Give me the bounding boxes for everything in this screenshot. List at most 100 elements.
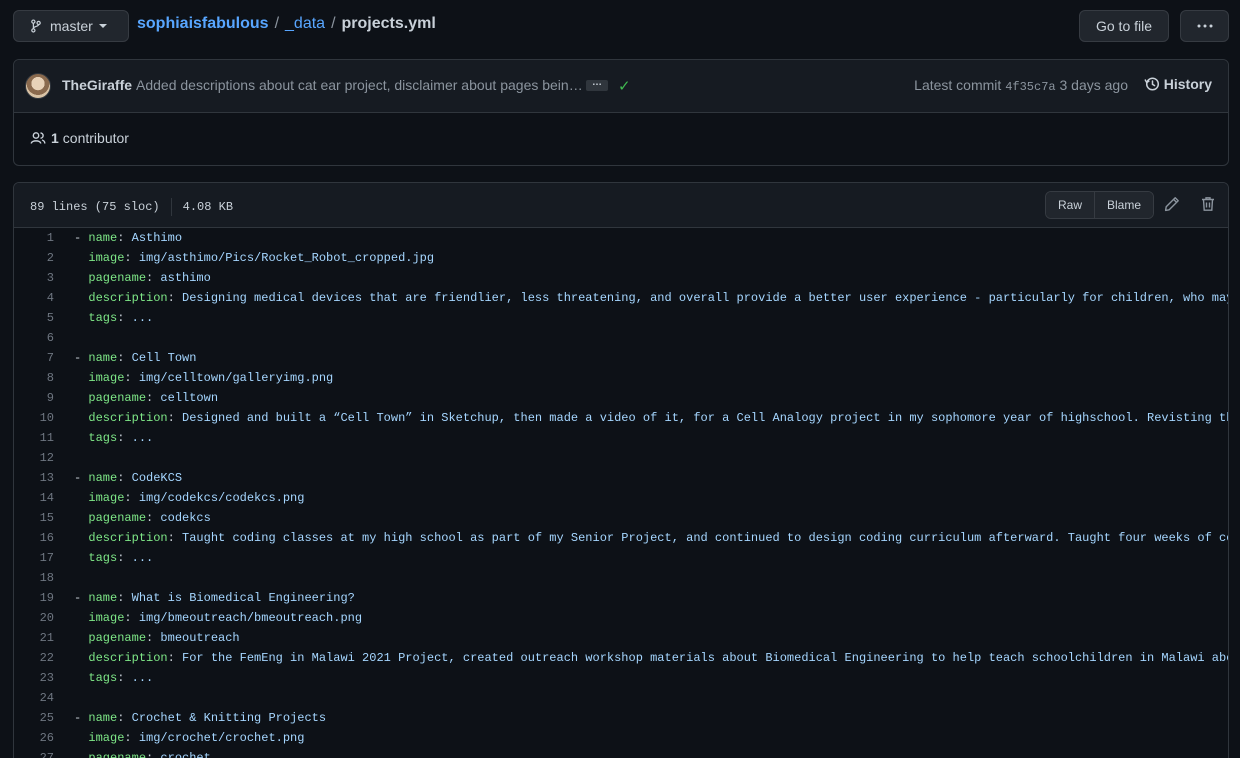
avatar[interactable] (25, 73, 51, 99)
check-icon[interactable]: ✓ (618, 77, 631, 95)
line-content: tags: ... (54, 548, 153, 568)
commit-time: 3 days ago (1059, 77, 1129, 93)
line-number[interactable]: 16 (14, 528, 54, 548)
list-dash: - (74, 591, 89, 605)
line-content: - name: Crochet & Knitting Projects (54, 708, 326, 728)
list-dash (74, 251, 88, 265)
code-line: 21 pagename: bmeoutreach (14, 628, 1228, 648)
line-number[interactable]: 5 (14, 308, 54, 328)
yaml-key: pagename (88, 271, 147, 285)
line-number[interactable]: 18 (14, 568, 54, 588)
contributors-link[interactable]: 1 contributor (30, 130, 129, 146)
blame-button[interactable]: Blame (1094, 192, 1154, 218)
file-info: 89 lines (75 sloc) 4.08 KB (30, 198, 233, 216)
line-content: tags: ... (54, 428, 153, 448)
line-number[interactable]: 23 (14, 668, 54, 688)
breadcrumb-folder-link[interactable]: _data (285, 15, 325, 33)
history-link[interactable]: History (1144, 76, 1212, 92)
yaml-key: image (88, 731, 125, 745)
yaml-colon: : (124, 491, 139, 505)
go-to-file-button[interactable]: Go to file (1079, 10, 1169, 42)
commit-sha-link[interactable]: 4f35c7a (1005, 80, 1055, 94)
contributors-count: 1 (51, 130, 59, 146)
list-dash (74, 551, 88, 565)
yaml-colon: : (146, 391, 161, 405)
branch-selector-button[interactable]: master (13, 10, 129, 42)
trash-icon[interactable] (1200, 196, 1216, 212)
code-line: 26 image: img/crochet/crochet.png (14, 728, 1228, 748)
yaml-colon: : (146, 751, 161, 758)
more-options-button[interactable] (1180, 10, 1229, 42)
code-line: 16 description: Taught coding classes at… (14, 528, 1228, 548)
commit-message-link[interactable]: Added descriptions about cat ear project… (136, 77, 583, 93)
divider (170, 198, 172, 216)
list-dash (74, 431, 88, 445)
line-content: - name: Cell Town (54, 348, 196, 368)
code-line: 24 (14, 688, 1228, 708)
list-dash (74, 731, 88, 745)
line-number[interactable]: 19 (14, 588, 54, 608)
breadcrumb-separator: / (274, 15, 280, 32)
code-line: 25- name: Crochet & Knitting Projects (14, 708, 1228, 728)
breadcrumb-repo-link[interactable]: sophiaisfabulous (137, 15, 269, 33)
line-number[interactable]: 6 (14, 328, 54, 348)
line-number[interactable]: 11 (14, 428, 54, 448)
yaml-colon: : (124, 731, 139, 745)
line-number[interactable]: 24 (14, 688, 54, 708)
line-content (54, 688, 74, 708)
raw-blame-button-group: Raw Blame (1045, 191, 1155, 219)
code-line: 12 (14, 448, 1228, 468)
yaml-value: ... (131, 311, 154, 325)
line-content (54, 328, 74, 348)
line-content: - name: CodeKCS (54, 468, 182, 488)
yaml-key: pagename (88, 511, 147, 525)
code-line: 18 (14, 568, 1228, 588)
line-number[interactable]: 14 (14, 488, 54, 508)
yaml-value: Designing medical devices that are frien… (182, 291, 1229, 305)
code-line: 2 image: img/asthimo/Pics/Rocket_Robot_c… (14, 248, 1228, 268)
expand-commit-message-button[interactable]: … (586, 78, 608, 91)
code-line: 4 description: Designing medical devices… (14, 288, 1228, 308)
line-number[interactable]: 12 (14, 448, 54, 468)
line-content: tags: ... (54, 668, 153, 688)
line-number[interactable]: 9 (14, 388, 54, 408)
line-number[interactable]: 17 (14, 548, 54, 568)
line-number[interactable]: 21 (14, 628, 54, 648)
code-line: 5 tags: ... (14, 308, 1228, 328)
code-line: 14 image: img/codekcs/codekcs.png (14, 488, 1228, 508)
yaml-colon: : (117, 551, 132, 565)
yaml-value: Asthimo (131, 231, 183, 245)
yaml-key: tags (88, 551, 118, 565)
line-number[interactable]: 1 (14, 228, 54, 248)
line-number[interactable]: 26 (14, 728, 54, 748)
line-number[interactable]: 10 (14, 408, 54, 428)
raw-button[interactable]: Raw (1046, 192, 1095, 218)
line-content: image: img/celltown/galleryimg.png (54, 368, 333, 388)
yaml-colon: : (117, 351, 132, 365)
line-number[interactable]: 4 (14, 288, 54, 308)
line-number[interactable]: 25 (14, 708, 54, 728)
pencil-icon[interactable] (1164, 196, 1180, 212)
line-number[interactable]: 22 (14, 648, 54, 668)
line-number[interactable]: 27 (14, 748, 54, 758)
line-number[interactable]: 3 (14, 268, 54, 288)
line-number[interactable]: 20 (14, 608, 54, 628)
line-number[interactable]: 8 (14, 368, 54, 388)
yaml-value: ... (131, 551, 154, 565)
line-number[interactable]: 7 (14, 348, 54, 368)
line-content: description: For the FemEng in Malawi 20… (54, 648, 1228, 668)
list-dash (74, 611, 88, 625)
commit-author-link[interactable]: TheGiraffe (62, 77, 132, 93)
line-number[interactable]: 2 (14, 248, 54, 268)
list-dash (74, 651, 88, 665)
yaml-value: img/asthimo/Pics/Rocket_Robot_cropped.jp… (138, 251, 435, 265)
yaml-key: description (88, 291, 168, 305)
yaml-value: Cell Town (131, 351, 197, 365)
code-line: 22 description: For the FemEng in Malawi… (14, 648, 1228, 668)
list-dash (74, 371, 88, 385)
yaml-colon: : (167, 411, 183, 425)
line-number[interactable]: 13 (14, 468, 54, 488)
breadcrumb-separator: / (331, 15, 336, 32)
line-number[interactable]: 15 (14, 508, 54, 528)
line-content: - name: What is Biomedical Engineering? (54, 588, 355, 608)
